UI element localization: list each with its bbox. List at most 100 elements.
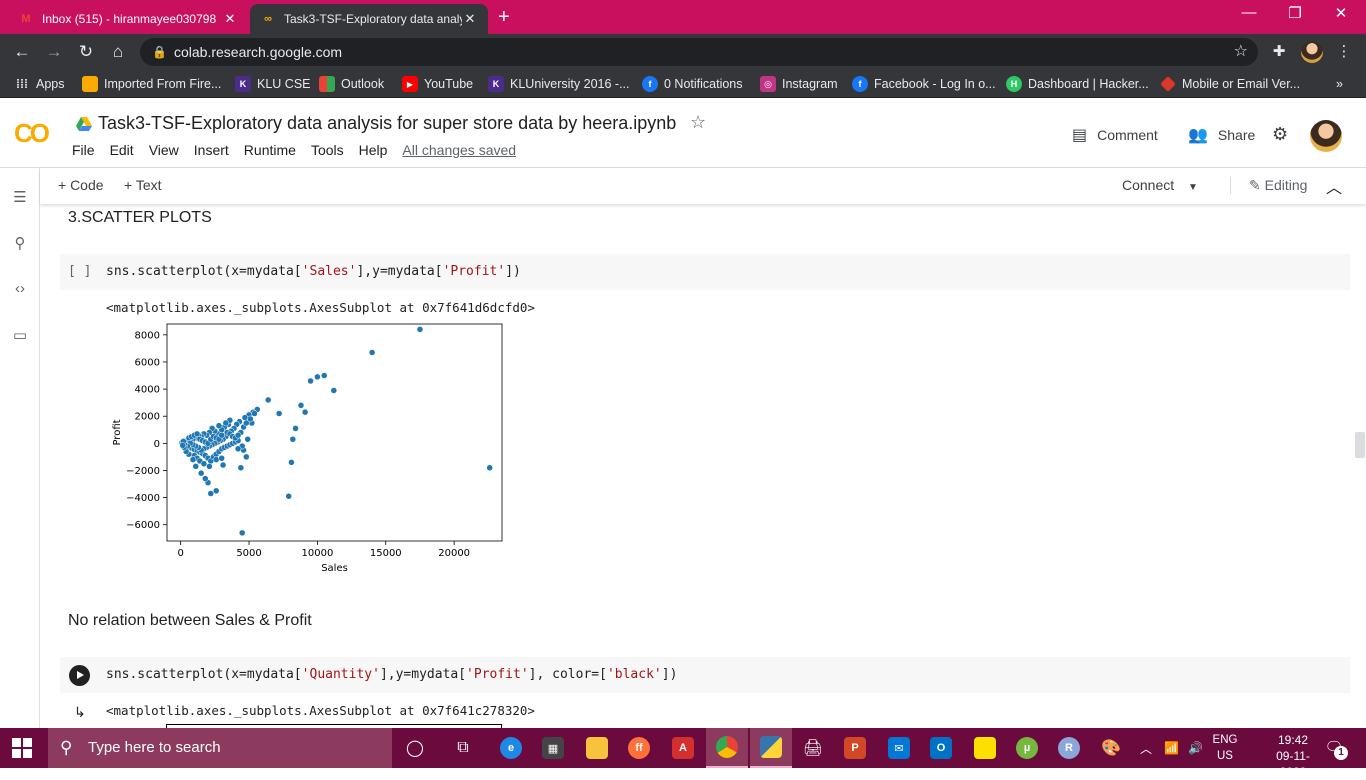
scatter-point [416,326,424,333]
tab-gmail[interactable]: M Inbox (515) - hiranmayee030798 ✕ [8,4,248,34]
menu-file[interactable]: File [72,142,95,158]
chevron-up-icon[interactable]: ︿ [1326,174,1342,198]
edge-icon[interactable]: e [490,728,532,768]
python-icon[interactable] [750,728,792,768]
acrobat-icon[interactable]: A [662,728,704,768]
chevron-down-icon: ▼ [1188,182,1198,193]
editing-mode-button[interactable]: ✎ Editing [1230,177,1307,194]
mail-icon[interactable]: ✉ [878,728,920,768]
code-cell[interactable]: [ ] sns.scatterplot(x=mydata['Sales'],y=… [60,254,1350,290]
code-line[interactable]: sns.scatterplot(x=mydata['Quantity'],y=m… [106,667,677,682]
add-text-button[interactable]: + Text [124,177,162,193]
bookmark-apps[interactable]: ⁞⁞⁞ Apps [14,75,65,93]
colab-header: CO Task3-TSF-Exploratory data analysis f… [0,98,1366,168]
menu-view[interactable]: View [149,142,179,158]
bookmark-label: Apps [36,77,65,91]
code-line[interactable]: sns.scatterplot(x=mydata['Sales'],y=myda… [106,264,521,279]
files-icon[interactable]: ▭ [10,326,30,346]
chrome-icon[interactable] [706,728,748,768]
forward-icon[interactable]: → [42,40,66,64]
connect-button[interactable]: Connect ▼ [1122,177,1198,193]
save-status[interactable]: All changes saved [402,142,516,158]
editing-label: Editing [1264,177,1308,193]
paint-icon[interactable]: 🎨 [1090,728,1132,768]
code-snippets-icon[interactable]: ‹› [10,280,30,300]
bookmark-facebook[interactable]: f Facebook - Log In o... [852,75,996,93]
gear-icon[interactable]: ⚙ [1272,124,1288,145]
tray-chevron-up-icon[interactable]: ︿ [1140,728,1152,768]
home-icon[interactable]: ⌂ [106,40,130,64]
restore-icon[interactable]: ❐ [1272,4,1318,22]
bookmark-hackerrank[interactable]: H Dashboard | Hacker... [1006,75,1149,93]
more-bookmarks-icon[interactable]: » [1336,75,1343,93]
address-bar[interactable]: 🔒 colab.research.google.com ☆ [140,38,1258,66]
scatter-point [189,456,197,463]
scatter-point [237,464,245,472]
file-explorer-icon[interactable] [576,728,618,768]
menu-insert[interactable]: Insert [194,142,229,158]
tab-colab[interactable]: ∞ Task3-TSF-Exploratory data analy ✕ [250,4,488,34]
close-icon[interactable]: ✕ [222,11,238,27]
search-icon[interactable]: ⚲ [10,234,30,254]
menu-help[interactable]: Help [359,142,388,158]
firefox-icon[interactable]: ff [618,728,660,768]
output-redirect-icon[interactable]: ↳ [74,704,86,721]
colab-logo[interactable]: CO [14,118,50,149]
bookmark-imported[interactable]: Imported From Fire... [82,75,221,93]
outlook-icon[interactable]: O [920,728,962,768]
menu-runtime[interactable]: Runtime [244,142,296,158]
notebook-title[interactable]: Task3-TSF-Exploratory data analysis for … [76,113,676,134]
share-button[interactable]: 👥 Share [1188,125,1255,145]
bookmark-outlook[interactable]: Outlook [319,75,384,93]
taskbar-search-input[interactable]: ⚲ Type here to search [48,728,392,768]
reload-icon[interactable]: ↻ [74,40,98,64]
comment-button[interactable]: ▤ Comment [1072,125,1158,145]
wifi-icon[interactable]: 📶 [1164,728,1179,768]
extensions-icon[interactable]: ✚ [1267,40,1291,64]
scrollbar-thumb[interactable] [1355,432,1365,458]
star-icon[interactable]: ☆ [690,112,706,133]
close-icon[interactable]: ✕ [462,11,478,27]
scatter-point [244,436,251,443]
windows-start-icon[interactable] [12,738,32,758]
language-indicator[interactable]: ENG US [1212,732,1238,764]
browser-profile-avatar[interactable] [1301,41,1323,63]
r-icon[interactable]: R [1048,728,1090,768]
back-icon[interactable]: ← [10,40,34,64]
scatter-point [301,408,309,416]
bookmark-notifications[interactable]: f 0 Notifications [642,75,743,93]
task-view-icon[interactable]: ⧉ [442,728,484,768]
printer-icon[interactable]: 🖨 [792,728,834,768]
minimize-icon[interactable]: — [1226,4,1272,21]
bookmark-instagram[interactable]: ◎ Instagram [760,75,838,93]
comment-label: Comment [1097,127,1158,143]
code-cell[interactable]: sns.scatterplot(x=mydata['Quantity'],y=m… [60,657,1350,693]
sticky-notes-icon[interactable] [964,728,1006,768]
avatar[interactable] [1310,120,1342,152]
store-icon[interactable]: ▦ [532,728,574,768]
cell-execution-bracket[interactable]: [ ] [68,264,91,279]
bookmark-mobile-email[interactable]: Mobile or Email Ver... [1160,75,1300,93]
scatter-point [207,490,215,497]
menu-tools[interactable]: Tools [311,142,344,158]
tab-title: Task3-TSF-Exploratory data analy [284,12,462,26]
table-of-contents-icon[interactable]: ☰ [10,188,30,208]
chrome-menu-icon[interactable]: ⋮ [1332,40,1356,64]
outlook-icon [319,76,335,92]
scatter-point [289,436,297,443]
bookmark-klu-cse[interactable]: K KLU CSE [235,75,311,93]
powerpoint-icon[interactable]: P [834,728,876,768]
cortana-icon[interactable]: ◯ [394,728,436,768]
tab-title: Inbox (515) - hiranmayee030798 [42,12,217,26]
menu-edit[interactable]: Edit [110,142,134,158]
utorrent-icon[interactable]: µ [1006,728,1048,768]
clock[interactable]: 19:42 09-11-2020 [1268,732,1318,780]
volume-icon[interactable]: 🔊 [1188,728,1203,768]
add-code-button[interactable]: + Code [58,177,104,193]
bookmark-youtube[interactable]: ▶ YouTube [402,75,473,93]
new-tab-icon[interactable]: + [498,6,510,29]
bookmark-star-icon[interactable]: ☆ [1234,38,1248,66]
run-cell-icon[interactable] [69,665,90,686]
window-close-icon[interactable]: ✕ [1318,4,1364,22]
bookmark-kluniversity[interactable]: K KLUniversity 2016 -... [488,75,630,93]
